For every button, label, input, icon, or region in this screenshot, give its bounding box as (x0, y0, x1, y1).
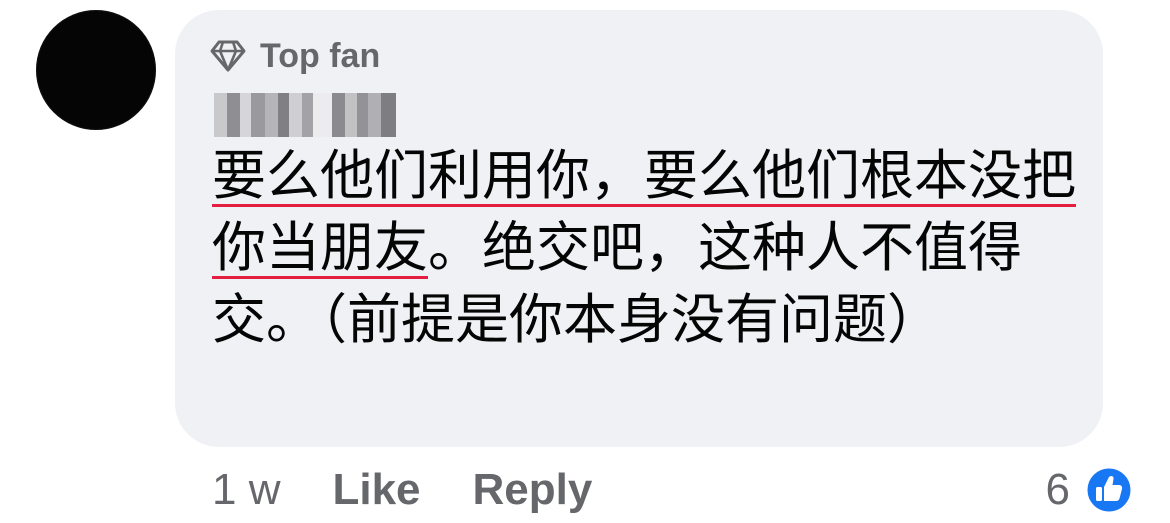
reaction-summary[interactable]: 6 (1046, 462, 1134, 518)
avatar[interactable] (36, 10, 156, 130)
comment-thread-item: Top fan 要么他们利用你，要么他们根本没把你当朋友。绝交吧，这种人不值得交… (0, 0, 1170, 523)
like-reaction-icon (1084, 465, 1134, 515)
top-fan-badge[interactable]: Top fan (210, 36, 380, 76)
timestamp[interactable]: 1 w (212, 465, 280, 515)
reply-button[interactable]: Reply (473, 465, 593, 515)
like-button[interactable]: Like (332, 465, 420, 515)
diamond-icon (210, 40, 246, 72)
comment-actions: 1 w Like Reply (212, 462, 592, 518)
comment-text: 要么他们利用你，要么他们根本没把你当朋友。绝交吧，这种人不值得交。（前提是你本身… (212, 140, 1082, 356)
reaction-count: 6 (1045, 465, 1070, 514)
badge-label: Top fan (260, 36, 381, 75)
author-name-redacted[interactable] (214, 93, 397, 137)
